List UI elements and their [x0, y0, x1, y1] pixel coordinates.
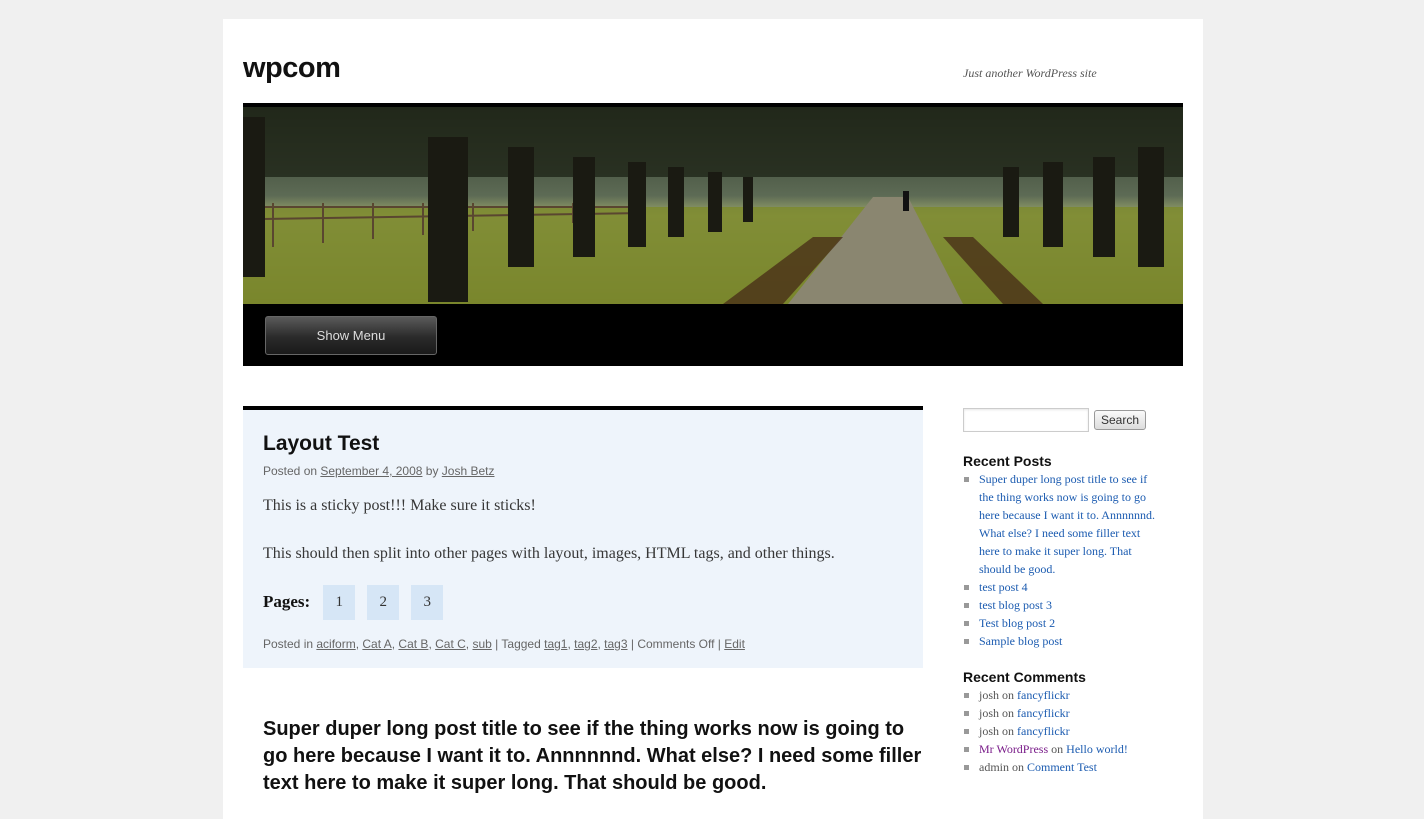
comment-author: admin: [979, 760, 1009, 774]
posted-in-label: Posted in: [263, 637, 317, 651]
page-link-3[interactable]: 3: [411, 584, 444, 620]
site-description: Just another WordPress site: [963, 66, 1097, 80]
list-item: test post 4: [963, 578, 1163, 596]
recent-comments-title: Recent Comments: [963, 669, 1086, 685]
comment-author: josh: [979, 688, 1000, 702]
menu-bar: Show Menu: [243, 304, 1183, 366]
meta-by: by: [422, 464, 442, 478]
comment-author: josh: [979, 724, 1000, 738]
comment-on: on: [999, 724, 1018, 738]
comment-post-link[interactable]: fancyflickr: [1017, 688, 1070, 702]
comment-author-link[interactable]: Mr WordPress: [979, 742, 1048, 756]
tagged-label: | Tagged: [491, 637, 545, 651]
next-post-title[interactable]: Super duper long post title to see if th…: [263, 716, 923, 797]
page-link-2[interactable]: 2: [367, 584, 400, 620]
recent-comments-list: josh on fancyflickr josh on fancyflickr …: [963, 686, 1163, 776]
tag-link[interactable]: tag1: [544, 637, 567, 651]
comment-on: on: [999, 706, 1018, 720]
comment-on: on: [999, 688, 1018, 702]
page-link-1[interactable]: 1: [323, 584, 356, 620]
comment-on: on: [1009, 760, 1027, 774]
comment-post-link[interactable]: fancyflickr: [1017, 724, 1070, 738]
tag-link[interactable]: tag3: [604, 637, 627, 651]
recent-post-link[interactable]: Super duper long post title to see if th…: [979, 472, 1155, 576]
comment-post-link[interactable]: Comment Test: [1027, 760, 1097, 774]
post-author-link[interactable]: Josh Betz: [442, 464, 495, 478]
tag-link[interactable]: tag2: [574, 637, 597, 651]
recent-post-link[interactable]: Sample blog post: [979, 634, 1062, 648]
post-footer: Posted in aciform, Cat A, Cat B, Cat C, …: [263, 637, 745, 651]
post-date-link[interactable]: September 4, 2008: [320, 464, 422, 478]
list-item: admin on Comment Test: [963, 758, 1163, 776]
page-container: wpcom Just another WordPress site Show M…: [223, 19, 1203, 819]
sticky-post: Layout Test Posted on September 4, 2008 …: [243, 406, 923, 668]
meta-prefix: Posted on: [263, 464, 321, 478]
list-item: josh on fancyflickr: [963, 704, 1163, 722]
recent-posts-list: Super duper long post title to see if th…: [963, 470, 1163, 650]
category-link[interactable]: sub: [472, 637, 491, 651]
recent-post-link[interactable]: test blog post 3: [979, 598, 1052, 612]
category-link[interactable]: Cat A: [362, 637, 391, 651]
category-link[interactable]: aciform: [316, 637, 355, 651]
list-item: Sample blog post: [963, 632, 1163, 650]
show-menu-button[interactable]: Show Menu: [265, 316, 437, 355]
list-item: josh on fancyflickr: [963, 722, 1163, 740]
recent-posts-title: Recent Posts: [963, 453, 1052, 469]
category-link[interactable]: Cat B: [398, 637, 428, 651]
search-button[interactable]: Search: [1094, 410, 1146, 430]
comment-author: josh: [979, 706, 1000, 720]
pages-label: Pages:: [263, 592, 311, 611]
category-link[interactable]: Cat C: [435, 637, 466, 651]
header-image[interactable]: [243, 103, 1183, 304]
recent-post-link[interactable]: test post 4: [979, 580, 1028, 594]
comment-post-link[interactable]: Hello world!: [1066, 742, 1128, 756]
site-title[interactable]: wpcom: [243, 52, 341, 85]
edit-link[interactable]: Edit: [724, 637, 745, 651]
list-item: test blog post 3: [963, 596, 1163, 614]
post-paragraph: This should then split into other pages …: [263, 545, 835, 562]
page-links: Pages: 1 2 3: [263, 584, 455, 620]
search-input[interactable]: [963, 408, 1089, 432]
list-item: Test blog post 2: [963, 614, 1163, 632]
list-item: Super duper long post title to see if th…: [963, 470, 1163, 578]
list-item: josh on fancyflickr: [963, 686, 1163, 704]
recent-post-link[interactable]: Test blog post 2: [979, 616, 1055, 630]
comment-on: on: [1048, 742, 1067, 756]
list-item: Mr WordPress on Hello world!: [963, 740, 1163, 758]
comments-status: | Comments Off |: [627, 637, 725, 651]
comment-post-link[interactable]: fancyflickr: [1017, 706, 1070, 720]
post-paragraph: This is a sticky post!!! Make sure it st…: [263, 497, 536, 514]
post-meta: Posted on September 4, 2008 by Josh Betz: [263, 464, 495, 478]
post-title[interactable]: Layout Test: [263, 432, 379, 456]
